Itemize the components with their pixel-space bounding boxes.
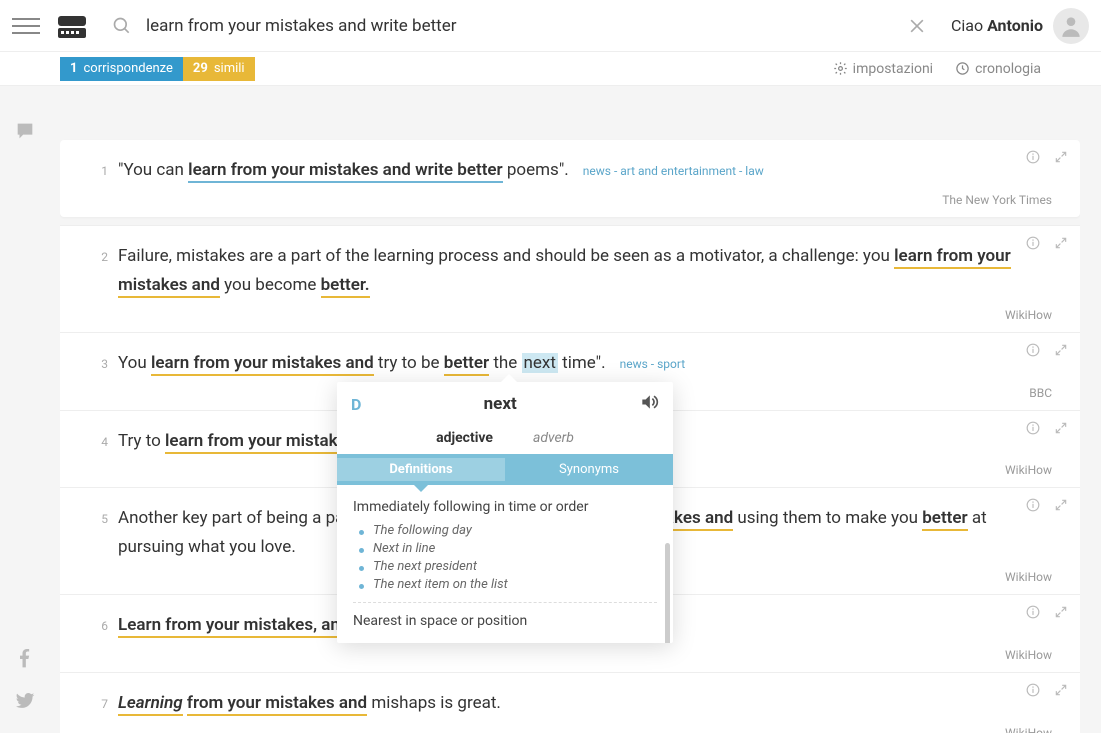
example-text: Next in line: [373, 541, 657, 556]
result-number: 6: [88, 615, 108, 633]
result-text: "You can learn from your mistakes and wr…: [118, 156, 1052, 185]
result-source: WikiHow: [88, 726, 1052, 733]
result-source: The New York Times: [88, 193, 1052, 207]
definition-text: Immediately following in time or order: [353, 499, 657, 515]
tab-synonyms[interactable]: Synonyms: [505, 454, 673, 485]
history-link[interactable]: cronologia: [955, 61, 1041, 77]
expand-icon[interactable]: [1054, 421, 1068, 435]
settings-link[interactable]: impostazioni: [833, 61, 933, 77]
result-text: You learn from your mistakes and try to …: [118, 349, 1052, 378]
app-logo[interactable]: [56, 10, 88, 42]
pos-adverb[interactable]: adverb: [533, 430, 574, 446]
expand-icon[interactable]: [1054, 683, 1068, 697]
gear-icon: [833, 61, 848, 76]
expand-icon[interactable]: [1054, 605, 1068, 619]
popup-word: next: [361, 394, 639, 414]
info-icon[interactable]: [1026, 605, 1040, 619]
pos-adjective[interactable]: adjective: [436, 430, 493, 446]
info-icon[interactable]: [1026, 683, 1040, 697]
result-source: WikiHow: [88, 648, 1052, 662]
menu-hamburger[interactable]: [12, 12, 40, 40]
facebook-icon[interactable]: [15, 649, 35, 673]
result-number: 7: [88, 693, 108, 711]
expand-icon[interactable]: [1054, 498, 1068, 512]
result-card: 2 Failure, mistakes are a part of the lea…: [60, 225, 1080, 332]
info-icon[interactable]: [1026, 236, 1040, 250]
search-icon: [112, 16, 132, 36]
example-text: The following day: [373, 523, 657, 538]
example-text: The next item on the list: [373, 577, 657, 592]
example-text: The next president: [373, 559, 657, 574]
speaker-icon[interactable]: [639, 392, 659, 416]
result-number: 4: [88, 431, 108, 449]
tab-definitions[interactable]: Definitions: [337, 454, 505, 485]
dictionary-popup: D next adjective adverb Definitions Syno…: [337, 382, 673, 643]
search-input[interactable]: [146, 16, 907, 36]
scrollbar[interactable]: [665, 543, 670, 643]
clock-icon: [955, 61, 970, 76]
expand-icon[interactable]: [1054, 150, 1068, 164]
result-card: 1 "You can learn from your mistakes and w…: [60, 140, 1080, 217]
info-icon[interactable]: [1026, 421, 1040, 435]
comment-icon[interactable]: [14, 120, 36, 146]
dictionary-badge: D: [351, 395, 361, 414]
result-text: Learning from your mistakes and mishaps …: [118, 689, 1052, 718]
info-icon[interactable]: [1026, 498, 1040, 512]
info-icon[interactable]: [1026, 343, 1040, 357]
result-number: 2: [88, 246, 108, 264]
result-number: 1: [88, 160, 108, 178]
expand-icon[interactable]: [1054, 343, 1068, 357]
result-card: 7 Learning from your mistakes and mishaps…: [60, 672, 1080, 733]
twitter-icon[interactable]: [15, 691, 35, 715]
result-number: 5: [88, 508, 108, 526]
clear-search-icon[interactable]: [907, 16, 927, 36]
result-source: WikiHow: [88, 308, 1052, 322]
expand-icon[interactable]: [1054, 236, 1068, 250]
result-text: Failure, mistakes are a part of the lear…: [118, 242, 1052, 300]
greeting: Ciao Antonio: [951, 16, 1043, 35]
similar-badge: 29simili: [183, 57, 255, 81]
info-icon[interactable]: [1026, 150, 1040, 164]
matches-badge: 1corrispondenze: [60, 57, 183, 81]
result-tags: news - sport: [620, 357, 686, 371]
result-number: 3: [88, 353, 108, 371]
avatar[interactable]: [1053, 8, 1089, 44]
definition-text: Nearest in space or position: [353, 602, 657, 629]
result-tags: news - art and entertainment - law: [583, 164, 764, 178]
